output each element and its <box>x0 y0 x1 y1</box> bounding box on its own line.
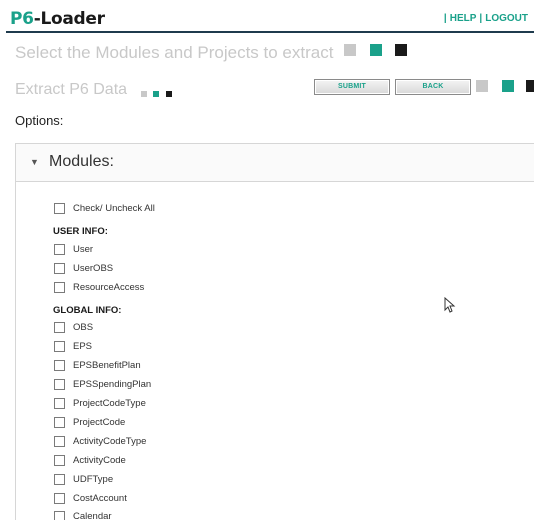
module-label: ResourceAccess <box>73 282 145 293</box>
black-dot-icon <box>166 91 172 97</box>
module-item[interactable]: OBS <box>54 322 93 336</box>
teal-square-icon <box>370 44 382 56</box>
black-square-icon <box>526 80 534 92</box>
module-label: ProjectCodeType <box>73 398 146 409</box>
teal-square-icon <box>502 80 514 92</box>
module-item[interactable]: UserOBS <box>54 263 113 277</box>
header-divider <box>6 31 534 33</box>
check-all-label: Check/ Uncheck All <box>73 203 155 214</box>
module-label: EPS <box>73 341 93 352</box>
app-logo: P6-Loader <box>10 9 105 29</box>
modules-panel-header[interactable]: ▼ Modules: <box>16 144 534 182</box>
module-checkbox[interactable] <box>54 455 65 466</box>
gray-dot-icon <box>141 91 147 97</box>
module-item[interactable]: ProjectCodeType <box>54 398 146 412</box>
top-links: | HELP | LOGOUT <box>441 13 528 24</box>
modules-panel: ▼ Modules: Check/ Uncheck All USER INFO:… <box>15 143 534 520</box>
module-label: EPSSpendingPlan <box>73 379 152 390</box>
module-checkbox[interactable] <box>54 493 65 504</box>
module-checkbox[interactable] <box>54 282 65 293</box>
submit-button[interactable]: SUBMIT <box>314 79 390 95</box>
module-label: EPSBenefitPlan <box>73 360 141 371</box>
module-checkbox[interactable] <box>54 263 65 274</box>
module-item[interactable]: EPSSpendingPlan <box>54 379 151 393</box>
separator: | <box>479 13 483 24</box>
module-label: UDFType <box>73 474 114 485</box>
module-label: OBS <box>73 322 94 333</box>
module-item[interactable]: EPSBenefitPlan <box>54 360 141 374</box>
options-label: Options: <box>15 113 64 128</box>
logout-link[interactable]: LOGOUT <box>485 13 528 24</box>
module-label: ActivityCode <box>73 455 126 466</box>
module-label: ProjectCode <box>73 417 126 428</box>
help-link[interactable]: HELP <box>450 13 477 24</box>
collapse-caret-icon[interactable]: ▼ <box>30 157 39 167</box>
module-item[interactable]: ProjectCode <box>54 417 125 431</box>
module-item[interactable]: ResourceAccess <box>54 282 144 296</box>
module-label: UserOBS <box>73 263 114 274</box>
modules-title: Modules: <box>49 153 114 170</box>
select-modules-heading: Select the Modules and Projects to extra… <box>15 43 334 62</box>
check-all-checkbox[interactable] <box>54 203 65 214</box>
module-item[interactable]: UDFType <box>54 474 113 488</box>
teal-dot-icon <box>153 91 159 97</box>
module-label: CostAccount <box>73 493 127 504</box>
user-info-label: USER INFO: <box>53 226 108 237</box>
module-item[interactable]: Calendar <box>54 511 112 520</box>
gray-square-icon <box>476 80 488 92</box>
back-button[interactable]: BACK <box>395 79 471 95</box>
black-square-icon <box>395 44 407 56</box>
module-item[interactable]: ActivityCodeType <box>54 436 146 450</box>
module-label: User <box>73 244 94 255</box>
module-item[interactable]: User <box>54 244 93 258</box>
module-item[interactable]: ActivityCode <box>54 455 126 469</box>
module-checkbox[interactable] <box>54 436 65 447</box>
module-checkbox[interactable] <box>54 322 65 333</box>
module-checkbox[interactable] <box>54 417 65 428</box>
module-label: Calendar <box>73 511 112 520</box>
top-bar: P6-Loader | HELP | LOGOUT <box>0 0 534 34</box>
module-checkbox[interactable] <box>54 341 65 352</box>
module-label: ActivityCodeType <box>73 436 147 447</box>
gray-square-icon <box>344 44 356 56</box>
check-all-option[interactable]: Check/ Uncheck All <box>54 203 155 217</box>
module-checkbox[interactable] <box>54 398 65 409</box>
module-checkbox[interactable] <box>54 244 65 255</box>
logo-loader: -Loader <box>33 9 105 29</box>
module-checkbox[interactable] <box>54 360 65 371</box>
global-info-label: GLOBAL INFO: <box>53 305 122 316</box>
module-checkbox[interactable] <box>54 379 65 390</box>
separator: | <box>443 13 447 24</box>
module-checkbox[interactable] <box>54 474 65 485</box>
module-item[interactable]: EPS <box>54 341 92 355</box>
mouse-pointer-icon <box>444 297 456 313</box>
module-item[interactable]: CostAccount <box>54 493 127 507</box>
logo-p6: P6 <box>10 9 34 29</box>
extract-heading: Extract P6 Data <box>15 81 128 98</box>
module-checkbox[interactable] <box>54 511 65 520</box>
